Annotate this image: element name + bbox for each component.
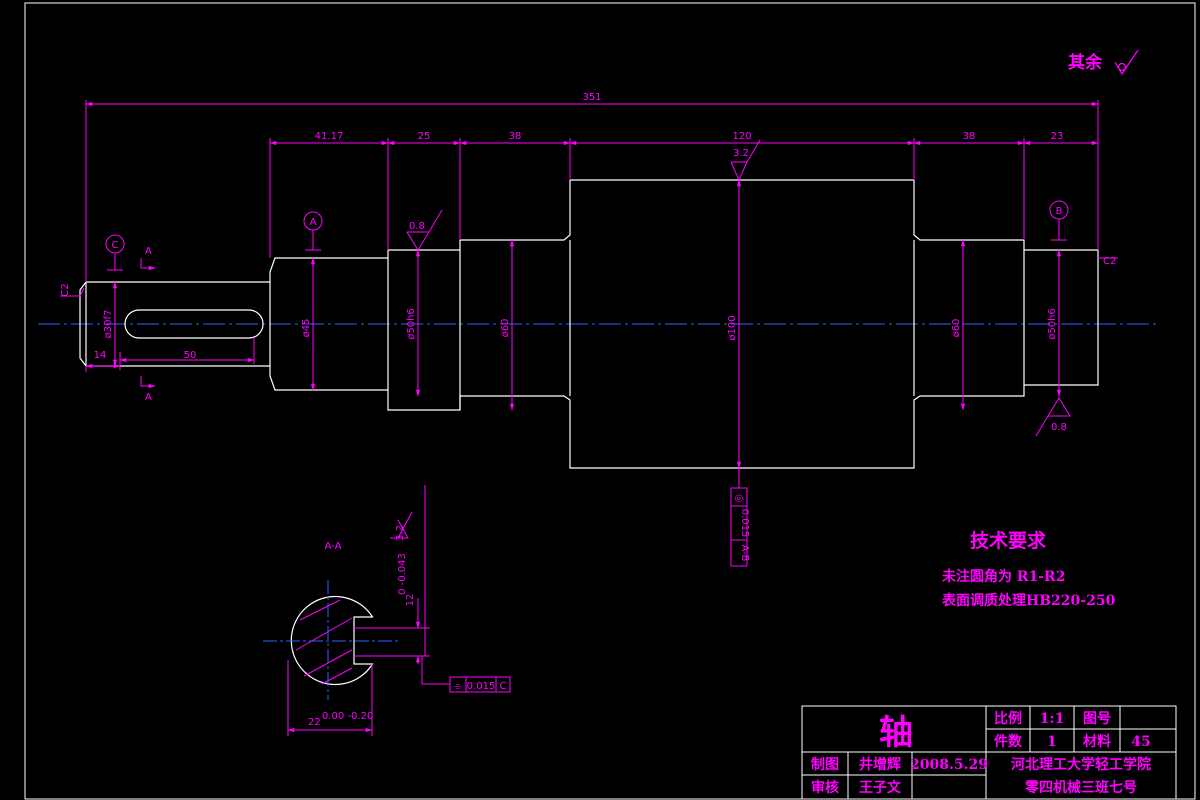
roughness-value-3-2-top: 3.2 [733, 148, 749, 159]
title-scale-label: 比例 [994, 710, 1022, 727]
roughness-value-0-8-left: 0.8 [409, 221, 425, 232]
title-part-name: 轴 [879, 713, 913, 753]
tech-req-line1: 未注圆角为 R1-R2 [942, 568, 1065, 585]
section-roughness-value: 3.2 [395, 525, 406, 541]
sym-tol-value: 0.015 [467, 681, 496, 692]
runout-symbol: ◎ [735, 493, 744, 504]
section-marker-bottom-label: A [145, 392, 152, 403]
title-scale-value: 1:1 [1040, 711, 1065, 727]
dim-text-dia50-left: ø50h6 [406, 308, 417, 340]
section-marker-top-label: A [145, 246, 152, 257]
dim-text-keyway-14: 14 [94, 350, 107, 361]
tech-req-title: 技术要求 [970, 529, 1047, 552]
section-width-tol: 0.00 -0.20 [322, 711, 373, 722]
section-title: A-A [325, 541, 342, 552]
dim-text-dia30: ø30f7 [103, 310, 114, 339]
dim-text-keyway-50: 50 [184, 350, 197, 361]
dim-text-120: 120 [732, 131, 751, 142]
title-material-label: 材料 [1083, 733, 1111, 750]
runout-datum: A-B [739, 545, 750, 562]
dim-text-25: 25 [418, 131, 431, 142]
dim-text-dia45: ø45 [301, 319, 312, 338]
title-drawn-label: 制图 [811, 756, 839, 773]
section-dim-lines [287, 485, 450, 736]
title-qty-value: 1 [1047, 734, 1057, 750]
roughness-note-label: 其余 [1068, 52, 1103, 73]
chamfer-left-text: C2 [60, 283, 71, 296]
roughness-note-icon [1114, 49, 1139, 76]
sym-tol-symbol: ⌯ [454, 681, 462, 692]
title-material-value: 45 [1131, 734, 1150, 750]
title-checked-label: 审核 [811, 779, 839, 796]
section-depth-tol: 0 -0.043 [397, 553, 408, 595]
runout-value: 0.015 [739, 509, 750, 538]
extension-lines [85, 100, 1099, 372]
dim-text-dia50-right: ø50h6 [1047, 308, 1058, 340]
datum-a-label: A [310, 217, 317, 228]
drawing-frame [24, 2, 1196, 800]
dim-text-38-right: 38 [963, 131, 976, 142]
section-marker-bottom [140, 376, 156, 389]
engineering-drawing: 其余 351 41.17 25 38 120 38 23 50 14 ø30f7… [0, 0, 1200, 800]
section-marker-top [140, 258, 156, 271]
title-class: 零四机械三班七号 [1024, 779, 1137, 796]
section-width-dim: 22 [308, 717, 321, 728]
roughness-symbol-3-2-top [730, 139, 761, 182]
title-date: 2008.5.29 [910, 757, 988, 773]
title-qty-label: 件数 [994, 733, 1023, 750]
title-drawing-no-label: 图号 [1083, 711, 1111, 727]
dim-text-38-left: 38 [509, 131, 522, 142]
roughness-value-0-8-right: 0.8 [1051, 422, 1067, 433]
dim-text-dia60-right: ø60 [951, 319, 962, 338]
title-school: 河北理工大学轻工学院 [1011, 756, 1151, 773]
dim-text-351: 351 [582, 92, 601, 103]
datum-b-label: B [1056, 206, 1063, 217]
dim-text-41-17: 41.17 [315, 131, 344, 142]
tech-req-line2: 表面调质处理HB220-250 [941, 592, 1116, 609]
dim-text-23: 23 [1051, 131, 1064, 142]
dim-text-dia60-left: ø60 [500, 319, 511, 338]
dim-text-dia100: ø100 [727, 315, 738, 340]
sym-tol-datum: C [500, 681, 507, 692]
section-view [263, 580, 400, 700]
title-checked-name: 王子文 [859, 779, 902, 796]
title-drawn-name: 井增辉 [859, 756, 901, 773]
datum-c-label: C [112, 240, 119, 251]
